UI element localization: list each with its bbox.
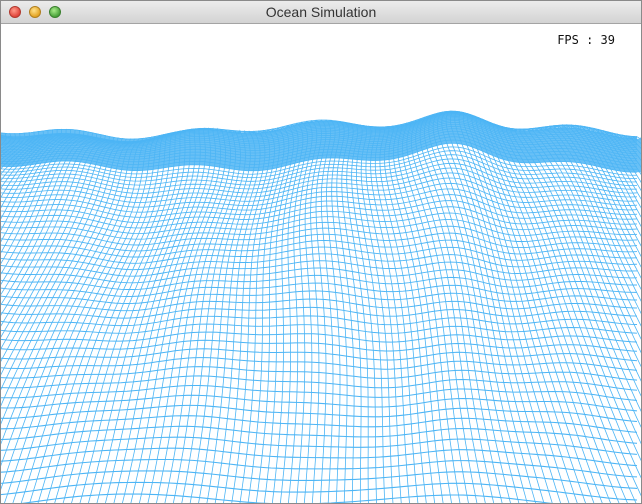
fps-counter: FPS : 39 <box>557 33 615 47</box>
mesh-column-line <box>428 113 520 503</box>
ocean-viewport[interactable]: FPS : 39 <box>1 24 641 503</box>
window-title: Ocean Simulation <box>265 4 377 20</box>
ocean-wireframe <box>1 110 641 503</box>
mesh-row-line <box>1 404 638 423</box>
mesh-row-line <box>1 290 638 304</box>
mesh-row-line <box>1 447 638 467</box>
mesh-column-line <box>584 125 641 218</box>
title-bar[interactable]: Ocean Simulation <box>1 1 641 24</box>
mesh-column-line <box>271 123 299 503</box>
wireframe-mesh <box>1 110 641 503</box>
mesh-column-line <box>231 129 275 503</box>
app-window: Ocean Simulation FPS : 39 <box>0 0 642 504</box>
mesh-row-line <box>1 315 638 327</box>
mesh-column-line <box>388 125 444 503</box>
mesh-column-line <box>1 131 89 285</box>
mesh-column-line <box>374 126 419 503</box>
mesh-row-line <box>1 481 638 501</box>
mesh-column-line <box>640 136 641 140</box>
mesh-row-line <box>1 331 638 343</box>
